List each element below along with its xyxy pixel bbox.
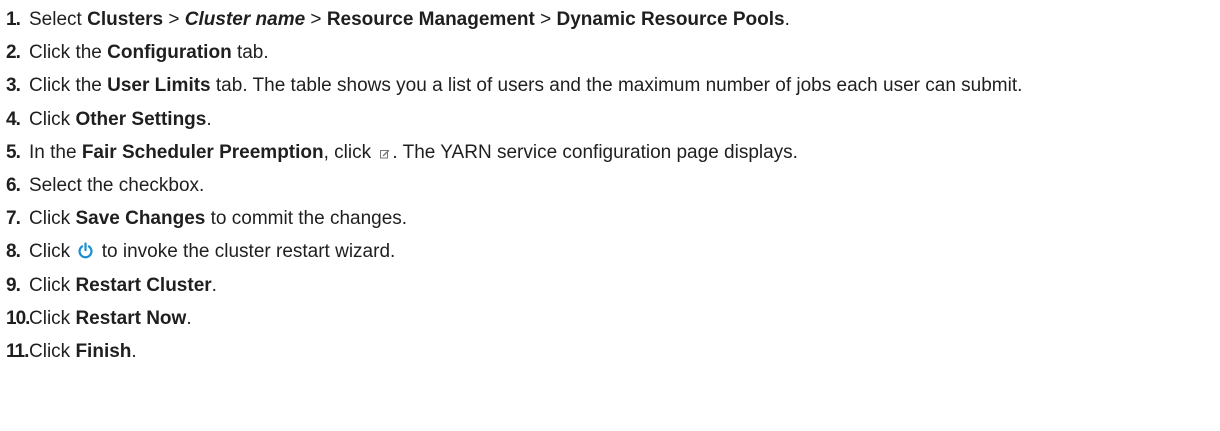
ui-term-restart-cluster: Restart Cluster [75, 274, 212, 296]
ui-term-cluster-name: Cluster name [184, 9, 306, 30]
text: > [305, 9, 327, 30]
step-text: Click Restart Now. [29, 305, 1220, 332]
text: Click [29, 108, 76, 130]
text: . The YARN service configuration page di… [392, 141, 798, 163]
step-4: 4. Click Other Settings. [6, 106, 1220, 133]
text: . [186, 307, 192, 329]
step-text: Click Other Settings. [29, 106, 1220, 133]
text: Select [29, 9, 88, 30]
step-text: Select Clusters > Cluster name > Resourc… [29, 6, 1220, 33]
step-9: 9. Click Restart Cluster. [6, 272, 1220, 299]
step-text: Click the Configuration tab. [29, 39, 1220, 66]
text: . [206, 108, 212, 130]
step-number: 4. [6, 108, 21, 130]
step-number: 2. [6, 42, 21, 64]
step-text: Click Save Changes to commit the changes… [29, 205, 1220, 232]
step-10: 10. Click Restart Now. [6, 305, 1220, 332]
step-number: 3. [6, 75, 21, 97]
ui-term-resource-management: Resource Management [326, 9, 535, 30]
step-number: 8. [6, 241, 21, 263]
ui-term-clusters: Clusters [87, 9, 164, 30]
ui-term-configuration: Configuration [107, 42, 232, 64]
step-text: Click to invoke the cluster restart wiza… [29, 238, 1220, 265]
step-number: 1. [6, 9, 21, 30]
step-text: Click Restart Cluster. [29, 272, 1220, 299]
step-7: 7. Click Save Changes to commit the chan… [6, 205, 1220, 232]
step-text: Click Finish. [29, 338, 1220, 365]
edit-icon [380, 149, 390, 159]
text: . [784, 9, 790, 30]
step-text: Select the checkbox. [29, 172, 1220, 199]
text: Click the [29, 75, 108, 97]
text: Click [29, 208, 76, 230]
text: to invoke the cluster restart wizard. [96, 241, 396, 263]
power-icon [78, 242, 93, 259]
text: Click [29, 340, 76, 362]
procedure-steps: 1. Select Clusters > Cluster name > Reso… [0, 6, 1220, 365]
step-number: 7. [6, 208, 21, 230]
ui-term-fair-scheduler-preemption: Fair Scheduler Preemption [81, 141, 324, 163]
text: In the [29, 141, 82, 163]
step-11: 11. Click Finish. [6, 338, 1220, 365]
step-text: In the Fair Scheduler Preemption, click … [29, 139, 1220, 166]
text: tab. The table shows you a list of users… [210, 75, 1023, 97]
ui-term-finish: Finish [75, 340, 132, 362]
text: to commit the changes. [205, 208, 408, 230]
text: > [163, 9, 185, 30]
step-1: 1. Select Clusters > Cluster name > Reso… [6, 6, 1220, 33]
text: tab. [231, 42, 269, 64]
text: . [131, 340, 137, 362]
text: Click [29, 307, 76, 329]
step-2: 2. Click the Configuration tab. [6, 39, 1220, 66]
text: Click [29, 274, 76, 296]
step-number: 10. [6, 307, 30, 329]
text: > [534, 9, 557, 30]
step-8: 8. Click to invoke the cluster restart w… [6, 238, 1220, 265]
ui-term-user-limits: User Limits [107, 75, 211, 97]
text: . [211, 274, 217, 296]
text: , click [323, 141, 377, 163]
text: Click [29, 241, 76, 263]
ui-term-restart-now: Restart Now [75, 307, 187, 329]
text: Click the [29, 42, 108, 64]
ui-term-dynamic-resource-pools: Dynamic Resource Pools [556, 9, 785, 30]
step-number: 5. [6, 141, 21, 163]
step-text: Click the User Limits tab. The table sho… [29, 72, 1220, 99]
step-3: 3. Click the User Limits tab. The table … [6, 72, 1220, 99]
step-5: 5. In the Fair Scheduler Preemption, cli… [6, 139, 1220, 166]
ui-term-save-changes: Save Changes [75, 208, 206, 230]
step-number: 9. [6, 274, 21, 296]
step-6: 6. Select the checkbox. [6, 172, 1220, 199]
ui-term-other-settings: Other Settings [75, 108, 207, 130]
step-number: 11. [6, 340, 29, 362]
step-number: 6. [6, 174, 21, 196]
text: Select the checkbox. [29, 174, 205, 196]
